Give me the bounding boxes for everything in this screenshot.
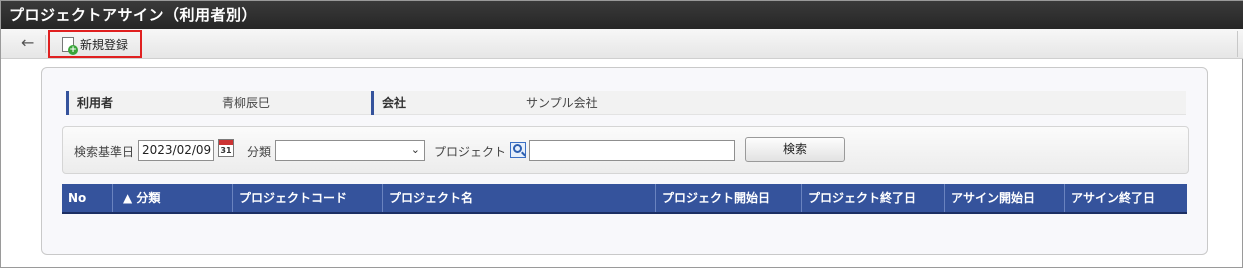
calendar-icon[interactable]: 31 bbox=[218, 139, 234, 157]
col-project-name[interactable]: プロジェクト名 bbox=[383, 184, 656, 212]
search-bar: 検索基準日 2023/02/09 31 分類 ⌄ プロジェクト 検索 bbox=[62, 126, 1189, 174]
col-project-start[interactable]: プロジェクト開始日 bbox=[656, 184, 802, 212]
company-value: サンプル会社 bbox=[526, 96, 598, 110]
date-label: 検索基準日 bbox=[74, 145, 135, 159]
search-button[interactable]: 検索 bbox=[745, 137, 845, 162]
category-select[interactable]: ⌄ bbox=[275, 140, 425, 161]
company-label: 会社 bbox=[371, 91, 406, 115]
toolbar-right-divider bbox=[1237, 31, 1238, 57]
base-date-input[interactable]: 2023/02/09 bbox=[138, 140, 214, 161]
project-input[interactable] bbox=[529, 140, 735, 161]
user-label: 利用者 bbox=[66, 91, 113, 115]
page-title: プロジェクトアサイン（利用者別） bbox=[1, 1, 1243, 29]
toolbar-divider bbox=[45, 35, 46, 53]
window-frame: プロジェクトアサイン（利用者別） ← + 新規登録 利用者 青柳辰巳 会社 サン… bbox=[0, 0, 1243, 268]
main-panel: 利用者 青柳辰巳 会社 サンプル会社 検索基準日 2023/02/09 31 分… bbox=[41, 67, 1208, 255]
col-assign-end[interactable]: アサイン終了日 bbox=[1065, 184, 1187, 212]
col-project-code[interactable]: プロジェクトコード bbox=[233, 184, 383, 212]
new-register-label: 新規登録 bbox=[80, 37, 129, 52]
project-search-icon[interactable] bbox=[510, 142, 526, 158]
new-document-icon: + bbox=[62, 36, 78, 55]
col-no[interactable]: No bbox=[62, 184, 113, 212]
col-assign-start[interactable]: アサイン開始日 bbox=[945, 184, 1065, 212]
col-category[interactable]: ▲ 分類 bbox=[113, 184, 233, 212]
new-register-button[interactable]: + 新規登録 bbox=[48, 30, 142, 58]
user-value: 青柳辰巳 bbox=[222, 96, 271, 110]
chevron-down-icon: ⌄ bbox=[410, 143, 420, 156]
back-arrow-icon[interactable]: ← bbox=[21, 35, 37, 52]
col-project-end[interactable]: プロジェクト終了日 bbox=[802, 184, 945, 212]
category-label: 分類 bbox=[247, 145, 272, 159]
grid-header: No ▲ 分類 プロジェクトコード プロジェクト名 プロジェクト開始日 プロジェ… bbox=[62, 184, 1187, 214]
user-info-row: 利用者 青柳辰巳 会社 サンプル会社 bbox=[66, 91, 1186, 115]
toolbar: ← + 新規登録 bbox=[1, 29, 1243, 59]
project-label: プロジェクト bbox=[434, 145, 507, 159]
